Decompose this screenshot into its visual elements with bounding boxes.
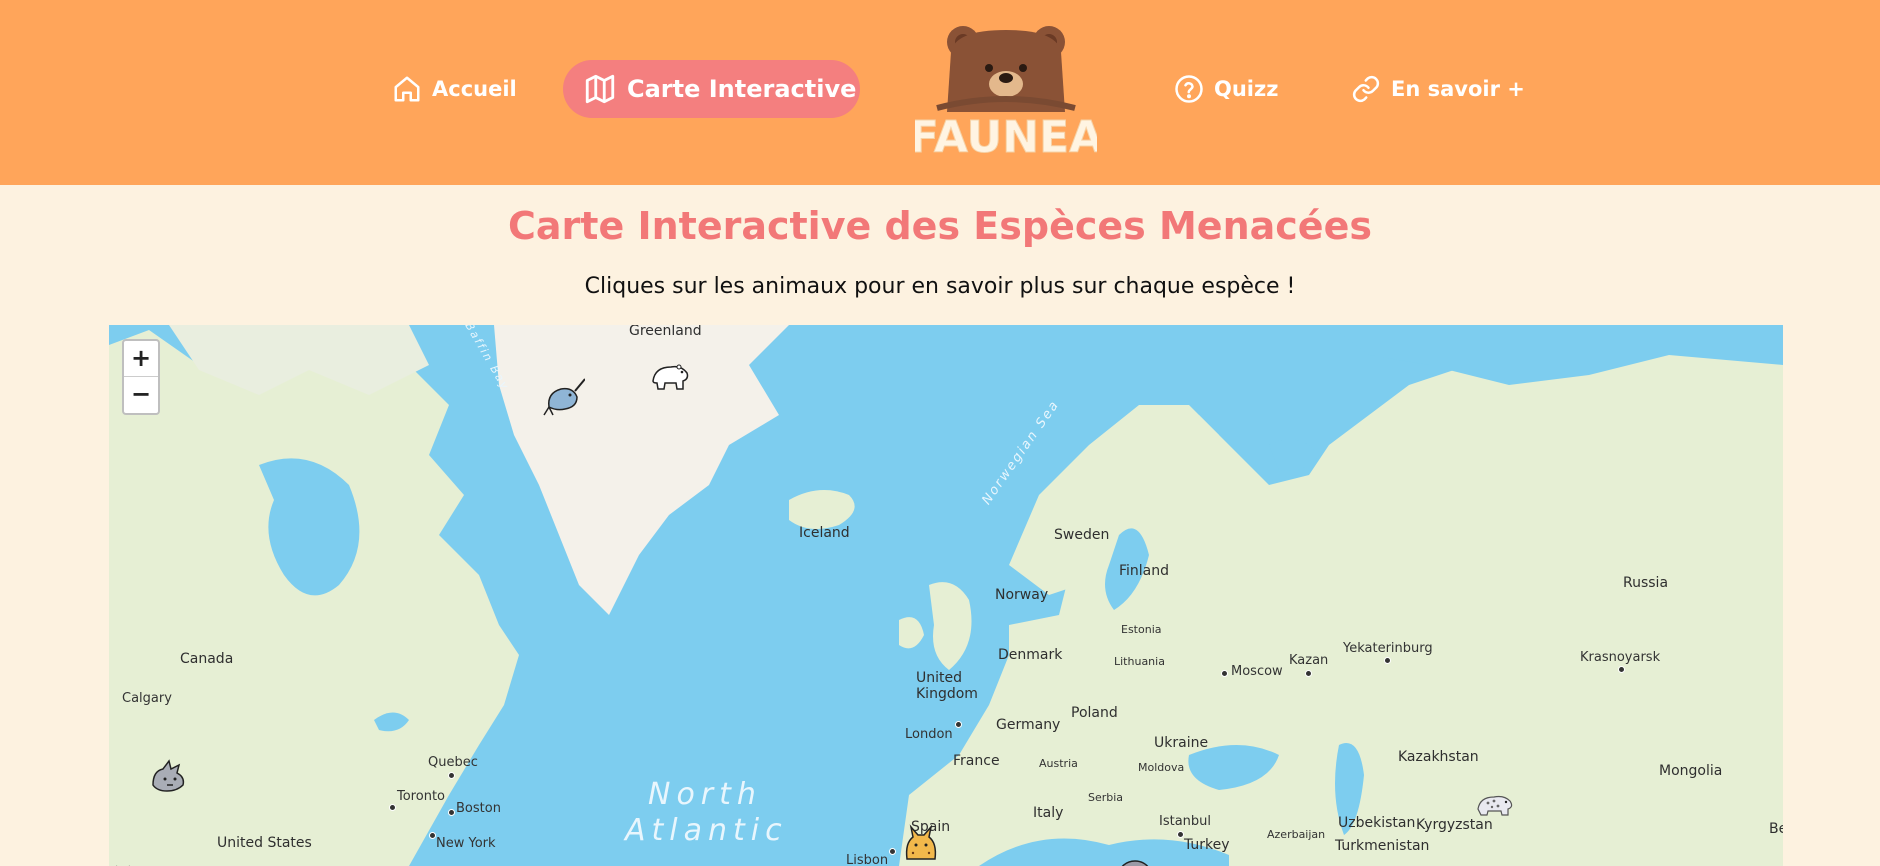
page-subtitle: Cliques sur les animaux pour en savoir p… xyxy=(584,274,1296,299)
greenland-land xyxy=(494,325,789,615)
site-header: Accueil Carte Interactive Quizz En savoi… xyxy=(0,0,1880,185)
map-label: Bei xyxy=(1769,821,1783,837)
map-label: Lisbon xyxy=(846,853,889,866)
map-label: France xyxy=(953,753,1000,769)
polar-bear-marker[interactable] xyxy=(649,355,691,397)
nav-quizz-label: Quizz xyxy=(1214,77,1279,101)
nav-accueil[interactable]: Accueil xyxy=(392,60,517,118)
map-label: Canada xyxy=(180,651,234,667)
map-label: Mongolia xyxy=(1659,763,1723,779)
zoom-control: + − xyxy=(122,339,160,415)
lynx-icon xyxy=(905,824,937,860)
city-dot xyxy=(429,832,436,839)
snow-leopard-icon xyxy=(1477,795,1513,816)
city-dot xyxy=(448,772,455,779)
map-label: Germany xyxy=(996,717,1061,733)
map-label: Austria xyxy=(1039,757,1078,770)
map-label: Turkmenistan xyxy=(1335,838,1430,854)
ireland-land xyxy=(899,617,924,649)
map-label: Denmark xyxy=(998,647,1063,663)
city-dot xyxy=(448,809,455,816)
map-label: Serbia xyxy=(1088,791,1124,804)
narwhal-icon xyxy=(543,378,585,416)
page-title: Carte Interactive des Espèces Menacées xyxy=(508,204,1372,248)
map-label: Uzbekistan xyxy=(1338,815,1416,831)
nav-quizz[interactable]: Quizz xyxy=(1174,60,1278,118)
map-label: Finland xyxy=(1119,563,1170,579)
city-dot xyxy=(1177,831,1184,838)
map-label: North xyxy=(648,777,762,812)
map-label: Sweden xyxy=(1054,527,1110,543)
nav-accueil-label: Accueil xyxy=(432,77,517,101)
zoom-in-button[interactable]: + xyxy=(124,341,158,377)
map-label: Moscow xyxy=(1231,664,1283,679)
seal-marker[interactable] xyxy=(1114,845,1156,866)
map-label: Moldova xyxy=(1138,761,1185,774)
nav-carte-interactive[interactable]: Carte Interactive xyxy=(563,60,860,118)
map-label: Azerbaijan xyxy=(1267,828,1326,841)
nav-en-savoir-plus[interactable]: En savoir + xyxy=(1351,60,1525,118)
map-label: Iceland xyxy=(799,525,850,541)
map-label: Norway xyxy=(995,587,1049,603)
map-label: Atlantic xyxy=(625,813,788,848)
map-label: Russia xyxy=(1623,575,1669,591)
map-label: Calgary xyxy=(122,691,172,706)
map-label: Krasnoyarsk xyxy=(1580,650,1661,665)
map-label: Quebec xyxy=(428,755,478,770)
map-label: Poland xyxy=(1071,705,1118,721)
home-icon xyxy=(394,76,420,102)
map-basemap xyxy=(109,325,1783,866)
map-label: Istanbul xyxy=(1159,814,1212,829)
uk-land xyxy=(929,582,972,670)
narwhal-marker[interactable] xyxy=(543,377,585,419)
map-label: London xyxy=(905,727,953,742)
snow-leopard-marker[interactable] xyxy=(1474,781,1516,823)
map-icon xyxy=(585,74,615,104)
map-label: New York xyxy=(436,836,496,851)
lynx-marker[interactable] xyxy=(899,823,941,865)
map-label: Italy xyxy=(1033,805,1064,821)
seal-icon xyxy=(1121,860,1149,866)
link-icon xyxy=(1352,75,1380,103)
city-dot xyxy=(389,804,396,811)
map-label: Boston xyxy=(456,801,501,816)
zoom-out-button[interactable]: − xyxy=(124,377,158,413)
iceland-land xyxy=(789,490,855,529)
map-label: Yekaterinburg xyxy=(1343,641,1433,656)
fox-marker[interactable] xyxy=(109,845,145,866)
map-label: Kazan xyxy=(1289,653,1329,668)
city-dot xyxy=(1384,657,1391,664)
interactive-map[interactable]: + − Greenland Baffin Bay Norwegian Sea I… xyxy=(109,325,1783,866)
faunea-logo[interactable]: FAUNEA xyxy=(915,20,1097,160)
city-dot xyxy=(1618,666,1625,673)
city-dot xyxy=(955,721,962,728)
wolf-marker[interactable] xyxy=(147,755,189,797)
map-label: United Kingdom xyxy=(916,670,978,702)
map-label: Toronto xyxy=(397,789,445,804)
city-dot xyxy=(889,848,896,855)
map-label: Ukraine xyxy=(1154,735,1209,751)
wolf-icon xyxy=(152,759,185,792)
polar-bear-icon xyxy=(652,364,689,390)
map-label: Kazakhstan xyxy=(1398,749,1479,765)
map-label: United States xyxy=(217,835,312,851)
logo-text: FAUNEA xyxy=(915,112,1097,160)
help-circle-icon xyxy=(1175,75,1203,103)
nav-carte-label: Carte Interactive xyxy=(627,75,857,103)
city-dot xyxy=(1221,670,1228,677)
white-sea xyxy=(1269,439,1319,471)
bear-icon xyxy=(936,26,1076,112)
map-label: Lithuania xyxy=(1114,655,1165,668)
city-dot xyxy=(1305,670,1312,677)
map-label: Estonia xyxy=(1121,623,1162,636)
map-label: Turkey xyxy=(1184,837,1230,853)
bison-marker[interactable] xyxy=(387,849,429,866)
map-label: Greenland xyxy=(629,325,702,339)
nav-en-savoir-label: En savoir + xyxy=(1391,77,1525,101)
